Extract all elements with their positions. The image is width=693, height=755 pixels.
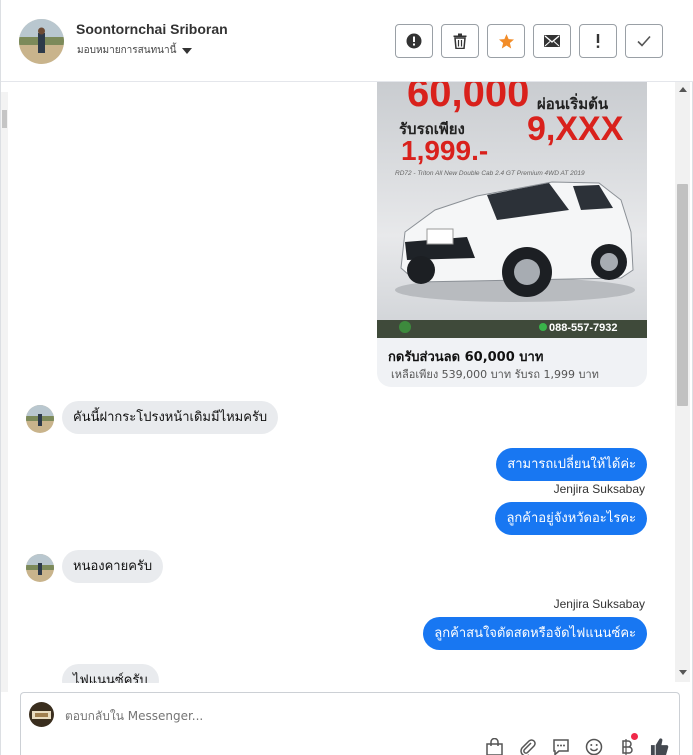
check-icon (637, 35, 651, 47)
banner-price: 60,000 (407, 82, 529, 115)
envelope-icon (544, 35, 560, 47)
incoming-message[interactable]: ไฟแนนซ์ครับ (62, 664, 159, 683)
outgoing-message[interactable]: สามารถเปลี่ยนให้ได้ค่ะ (496, 448, 647, 481)
star-button[interactable] (487, 24, 525, 58)
chat-scrollbar[interactable] (675, 82, 690, 682)
baht-payment-icon[interactable] (617, 733, 638, 755)
spam-button[interactable] (395, 24, 433, 58)
shopping-bag-icon[interactable] (485, 737, 504, 755)
done-button[interactable] (625, 24, 663, 58)
messenger-conversation-panel: Soontornchai Sriboran มอบหมายการสนทนานี้ (0, 0, 693, 755)
exclamation-icon (596, 34, 600, 48)
scroll-up-arrow-icon[interactable] (679, 87, 687, 92)
trash-icon (453, 33, 467, 49)
emoji-icon[interactable] (584, 737, 603, 755)
product-title: กดรับส่วนลด 60,000 บาท (388, 350, 544, 365)
alert-circle-icon (406, 33, 422, 49)
incoming-message[interactable]: คันนี้ฝากระโปรงหน้าเดิมมีไหมครับ (62, 401, 279, 434)
outgoing-message[interactable]: ลูกค้าสนใจตัดสดหรือจัดไฟแนนซ์คะ (423, 617, 647, 650)
product-image[interactable]: 60,000 รับรถเพียง 1,999.- ผ่อนเริ่มต้น 9… (377, 82, 647, 338)
outgoing-message[interactable]: ลูกค้าอยู่จังหวัดอะไรคะ (495, 502, 647, 535)
contact-name[interactable]: Soontornchai Sriboran (76, 21, 228, 37)
follow-up-button[interactable] (579, 24, 617, 58)
product-card[interactable]: 60,000 รับรถเพียง 1,999.- ผ่อนเริ่มต้น 9… (377, 82, 647, 387)
mark-unread-button[interactable] (533, 24, 571, 58)
message-list: 60,000 รับรถเพียง 1,999.- ผ่อนเริ่มต้น 9… (9, 82, 675, 683)
page-avatar (29, 702, 54, 727)
notification-dot (631, 733, 638, 740)
banner-right-big: 9,XXX (527, 110, 624, 148)
sender-name: Jenjira Suksabay (553, 597, 645, 611)
star-icon (498, 33, 514, 48)
assign-conversation-dropdown[interactable]: มอบหมายการสนทนานี้ (77, 43, 193, 58)
reply-input[interactable] (65, 709, 645, 723)
caret-down-icon (182, 47, 193, 54)
paperclip-icon[interactable] (518, 737, 537, 755)
banner-model: RD72 - Triton All New Double Cab 2.4 GT … (395, 170, 585, 177)
sender-name: Jenjira Suksabay (553, 482, 645, 496)
thumbs-up-icon[interactable] (650, 737, 669, 755)
header-actions (395, 24, 663, 58)
contact-avatar-small[interactable] (26, 554, 54, 582)
chat-scrollbar-thumb[interactable] (677, 184, 688, 406)
assign-label: มอบหมายการสนทนานี้ (77, 45, 177, 56)
contact-avatar[interactable] (19, 19, 64, 64)
left-scrollbar-thumb[interactable] (2, 110, 7, 128)
incoming-message[interactable]: หนองคายครับ (62, 550, 164, 583)
saved-reply-icon[interactable] (551, 737, 570, 755)
banner-left-big: 1,999.- (401, 135, 488, 166)
contact-avatar-small[interactable] (26, 405, 54, 433)
left-scrollbar[interactable] (1, 92, 8, 692)
reply-composer (20, 692, 680, 755)
scroll-down-arrow-icon[interactable] (679, 670, 687, 675)
conversation-header: Soontornchai Sriboran มอบหมายการสนทนานี้ (1, 0, 693, 82)
delete-button[interactable] (441, 24, 479, 58)
banner-phone: 088-557-7932 (549, 322, 618, 334)
composer-tools (485, 733, 669, 755)
product-subtitle: เหลือเพียง 539,000 บาท รับรถ 1,999 บาท (391, 368, 599, 381)
